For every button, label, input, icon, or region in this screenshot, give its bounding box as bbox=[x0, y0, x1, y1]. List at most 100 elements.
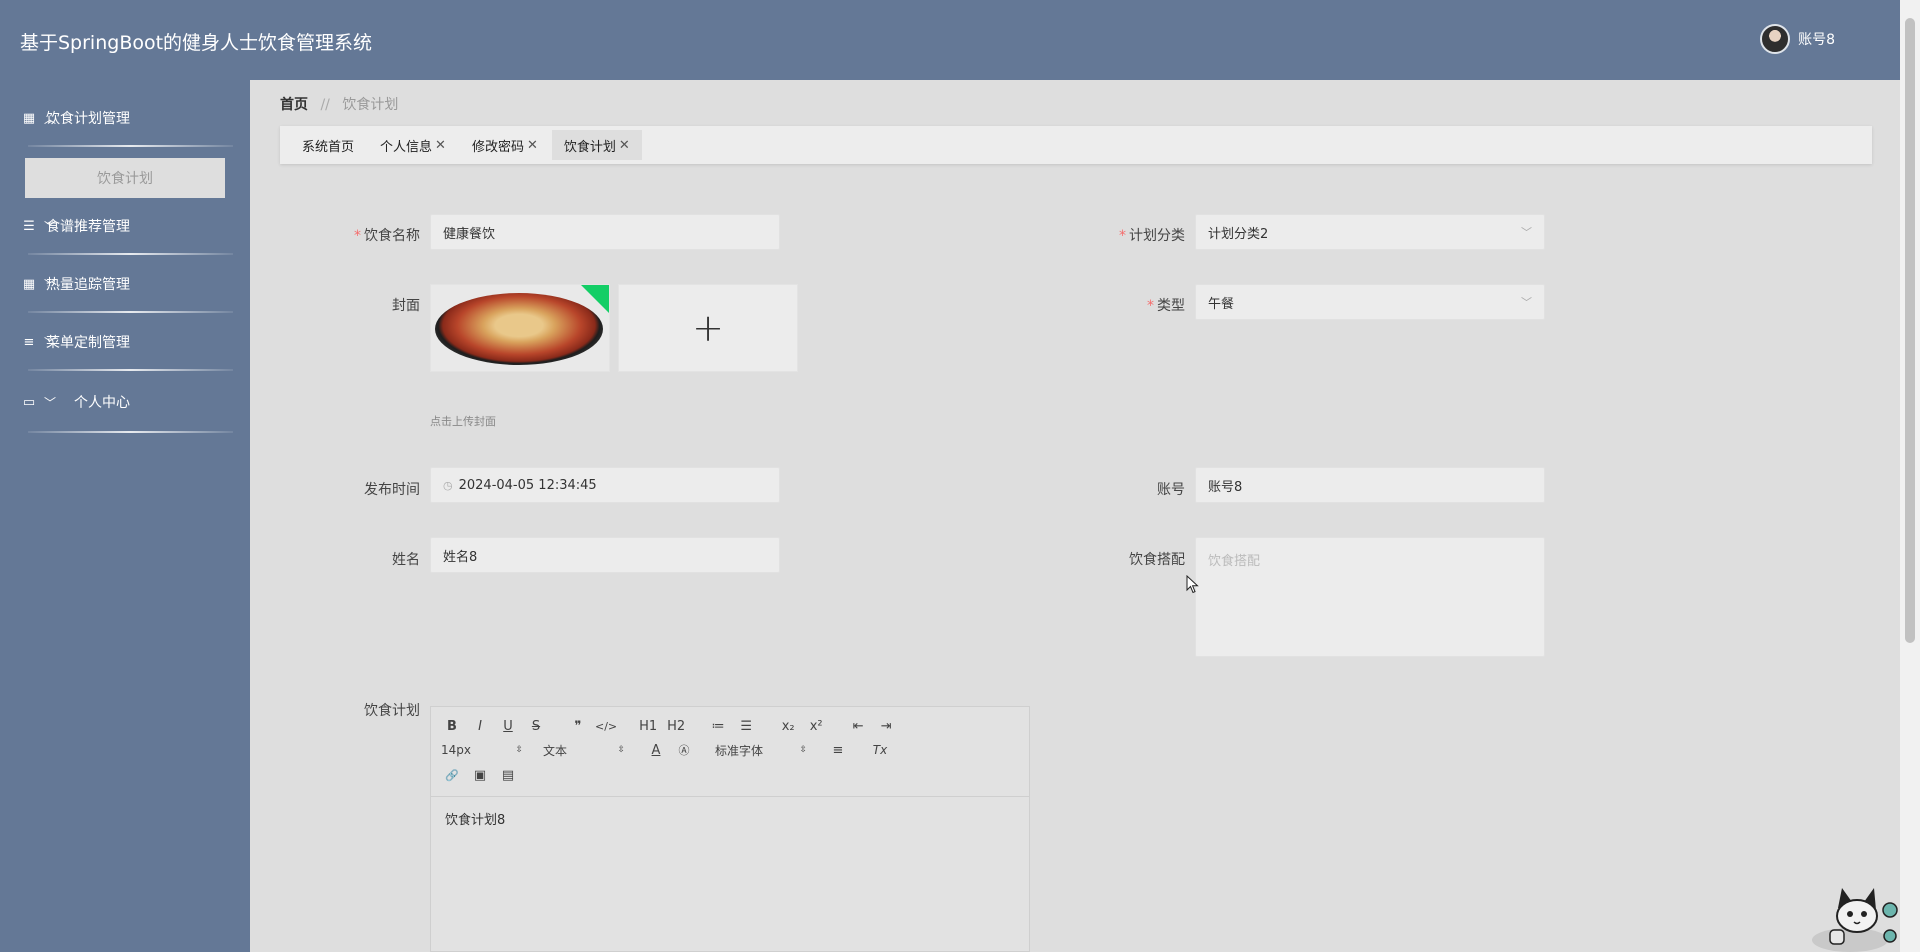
pairing-placeholder: 饮食搭配 bbox=[1208, 554, 1261, 569]
code-icon[interactable]: </> bbox=[595, 715, 617, 737]
tab-label: 饮食计划 bbox=[563, 139, 616, 155]
italic-button[interactable]: I bbox=[469, 715, 491, 737]
rich-text-editor: B I U S ❞ </> H1 H2 ≔ ☰ x₂ x² ⇤ ⇥ 14px ⇳ bbox=[430, 706, 1030, 952]
sidebar: ▦ 饮食计划管理 ︿ 饮食计划 ☰ 食谱推荐管理 ﹀ ▦ 热量追踪管理 ﹀ ≡ … bbox=[0, 80, 250, 952]
toolbar-row-media: 🔗 ▣ ▤ bbox=[441, 764, 525, 786]
tab-diet-plan[interactable]: 饮食计划 ✕ bbox=[551, 130, 642, 160]
text-type-value: 文本 bbox=[543, 743, 568, 758]
tab-password[interactable]: 修改密码 ✕ bbox=[460, 130, 550, 160]
plan-label: 饮食计划 bbox=[364, 703, 420, 719]
toolbar-row-style: 14px ⇳ 文本 ⇳ A Ⓐ 标准字体 ⇳ ≡ Tx bbox=[441, 739, 897, 761]
breadcrumb-separator: // bbox=[320, 97, 330, 113]
strike-button[interactable]: S bbox=[525, 715, 547, 737]
cover-upload-button[interactable]: + bbox=[618, 284, 798, 372]
cover-upload-hint: 点击上传封面 bbox=[430, 415, 496, 428]
bold-button[interactable]: B bbox=[441, 715, 463, 737]
bullet-list-icon[interactable]: ☰ bbox=[735, 715, 757, 737]
diet-name-input[interactable]: 健康餐饮 bbox=[430, 214, 780, 250]
mouse-cursor-icon bbox=[1186, 575, 1199, 594]
font-color-icon[interactable]: A bbox=[645, 739, 667, 761]
chevron-down-icon: ﹀ bbox=[1521, 296, 1532, 309]
clock-icon: ◷ bbox=[443, 478, 453, 492]
sidebar-sub-diet-plan[interactable]: 饮食计划 bbox=[25, 158, 225, 198]
sidebar-divider bbox=[28, 431, 233, 433]
link-icon[interactable]: 🔗 bbox=[441, 764, 463, 786]
video-icon[interactable]: ▤ bbox=[497, 764, 519, 786]
publish-time-input[interactable]: ◷ 2024-04-05 12:34:45 bbox=[430, 467, 780, 503]
sidebar-divider bbox=[28, 369, 233, 371]
outdent-icon[interactable]: ⇤ bbox=[847, 715, 869, 737]
diet-name-value: 健康餐饮 bbox=[443, 226, 496, 242]
sidebar-divider bbox=[28, 145, 233, 147]
font-size-select[interactable]: 14px ⇳ bbox=[441, 739, 523, 761]
tab-profile[interactable]: 个人信息 ✕ bbox=[368, 130, 458, 160]
cover-label: 封面 bbox=[392, 298, 420, 314]
sidebar-divider bbox=[28, 253, 233, 255]
close-icon[interactable]: ✕ bbox=[619, 138, 630, 153]
subscript-button[interactable]: x₂ bbox=[777, 715, 799, 737]
account-label: 账号 bbox=[1157, 482, 1185, 498]
tab-home[interactable]: 系统首页 bbox=[290, 130, 366, 160]
ordered-list-icon[interactable]: ≔ bbox=[707, 715, 729, 737]
updown-icon: ⇳ bbox=[617, 745, 625, 755]
account-value: 账号8 bbox=[1208, 479, 1243, 495]
sidebar-menu-label: 个人中心 bbox=[74, 395, 130, 411]
tab-label: 个人信息 bbox=[380, 139, 433, 155]
avatar[interactable] bbox=[1760, 24, 1791, 54]
close-icon[interactable]: ✕ bbox=[527, 138, 538, 153]
sidebar-menu-recipe[interactable]: ☰ 食谱推荐管理 ﹀ bbox=[20, 206, 232, 246]
updown-icon: ⇳ bbox=[799, 745, 807, 755]
tab-label: 修改密码 bbox=[471, 139, 524, 155]
account-input[interactable]: 账号8 bbox=[1195, 467, 1545, 503]
plan-category-select[interactable]: 计划分类2 ﹀ bbox=[1195, 214, 1545, 250]
heading1-button[interactable]: H1 bbox=[637, 715, 659, 737]
user-menu[interactable]: 账号8 bbox=[1760, 24, 1835, 54]
page-scrollbar[interactable] bbox=[1900, 0, 1920, 952]
plan-content-text: 饮食计划8 bbox=[445, 813, 506, 828]
superscript-button[interactable]: x² bbox=[805, 715, 827, 737]
mascot-cat-icon bbox=[1812, 888, 1898, 952]
realname-label: 姓名 bbox=[392, 552, 420, 568]
upload-success-badge bbox=[581, 285, 609, 313]
plus-icon: + bbox=[692, 306, 724, 350]
type-value: 午餐 bbox=[1208, 296, 1235, 312]
pairing-label: 饮食搭配 bbox=[1129, 552, 1185, 568]
sidebar-menu-label: 食谱推荐管理 bbox=[46, 219, 130, 235]
chevron-down-icon: ﹀ bbox=[1521, 226, 1532, 239]
editor-content[interactable]: 饮食计划8 bbox=[431, 797, 1029, 840]
toolbar-row-format: B I U S ❞ </> H1 H2 ≔ ☰ x₂ x² ⇤ ⇥ bbox=[441, 715, 903, 737]
underline-button[interactable]: U bbox=[497, 715, 519, 737]
font-family-select[interactable]: 标准字体 ⇳ bbox=[715, 739, 807, 761]
sidebar-menu-personal[interactable]: ▭ 个人中心 ﹀ bbox=[20, 382, 232, 422]
text-type-select[interactable]: 文本 ⇳ bbox=[543, 739, 625, 761]
sidebar-menu-calorie[interactable]: ▦ 热量追踪管理 ﹀ bbox=[20, 264, 232, 304]
quote-icon[interactable]: ❞ bbox=[567, 715, 589, 737]
tab-bar: 系统首页 个人信息 ✕ 修改密码 ✕ 饮食计划 ✕ bbox=[280, 126, 1872, 164]
editor-toolbar: B I U S ❞ </> H1 H2 ≔ ☰ x₂ x² ⇤ ⇥ 14px ⇳ bbox=[431, 707, 1029, 797]
align-icon[interactable]: ≡ bbox=[827, 739, 849, 761]
sidebar-menu-label: 热量追踪管理 bbox=[46, 277, 130, 293]
indent-icon[interactable]: ⇥ bbox=[875, 715, 897, 737]
heading2-button[interactable]: H2 bbox=[665, 715, 687, 737]
background-color-icon[interactable]: Ⓐ bbox=[673, 739, 695, 761]
breadcrumb-current: 饮食计划 bbox=[342, 97, 399, 113]
realname-input[interactable]: 姓名8 bbox=[430, 537, 780, 573]
scrollbar-thumb[interactable] bbox=[1905, 18, 1915, 643]
breadcrumb-home[interactable]: 首页 bbox=[280, 97, 308, 113]
realname-value: 姓名8 bbox=[443, 549, 478, 565]
type-label: * 类型 bbox=[1147, 298, 1185, 314]
sidebar-menu-label: 饮食计划管理 bbox=[46, 111, 130, 127]
sidebar-divider bbox=[28, 311, 233, 313]
publish-time-label: 发布时间 bbox=[364, 482, 420, 498]
clear-format-icon[interactable]: Tx bbox=[869, 739, 891, 761]
close-icon[interactable]: ✕ bbox=[435, 138, 446, 153]
type-select[interactable]: 午餐 ﹀ bbox=[1195, 284, 1545, 320]
font-size-value: 14px bbox=[441, 743, 471, 757]
tab-label: 系统首页 bbox=[302, 139, 355, 155]
username[interactable]: 账号8 bbox=[1798, 29, 1835, 49]
cover-image[interactable] bbox=[430, 284, 610, 372]
sidebar-menu-diet-plan[interactable]: ▦ 饮食计划管理 ︿ bbox=[20, 98, 232, 138]
image-icon[interactable]: ▣ bbox=[469, 764, 491, 786]
sidebar-menu-custom-menu[interactable]: ≡ 菜单定制管理 ﹀ bbox=[20, 322, 232, 362]
pairing-textarea[interactable]: 饮食搭配 bbox=[1195, 537, 1545, 657]
